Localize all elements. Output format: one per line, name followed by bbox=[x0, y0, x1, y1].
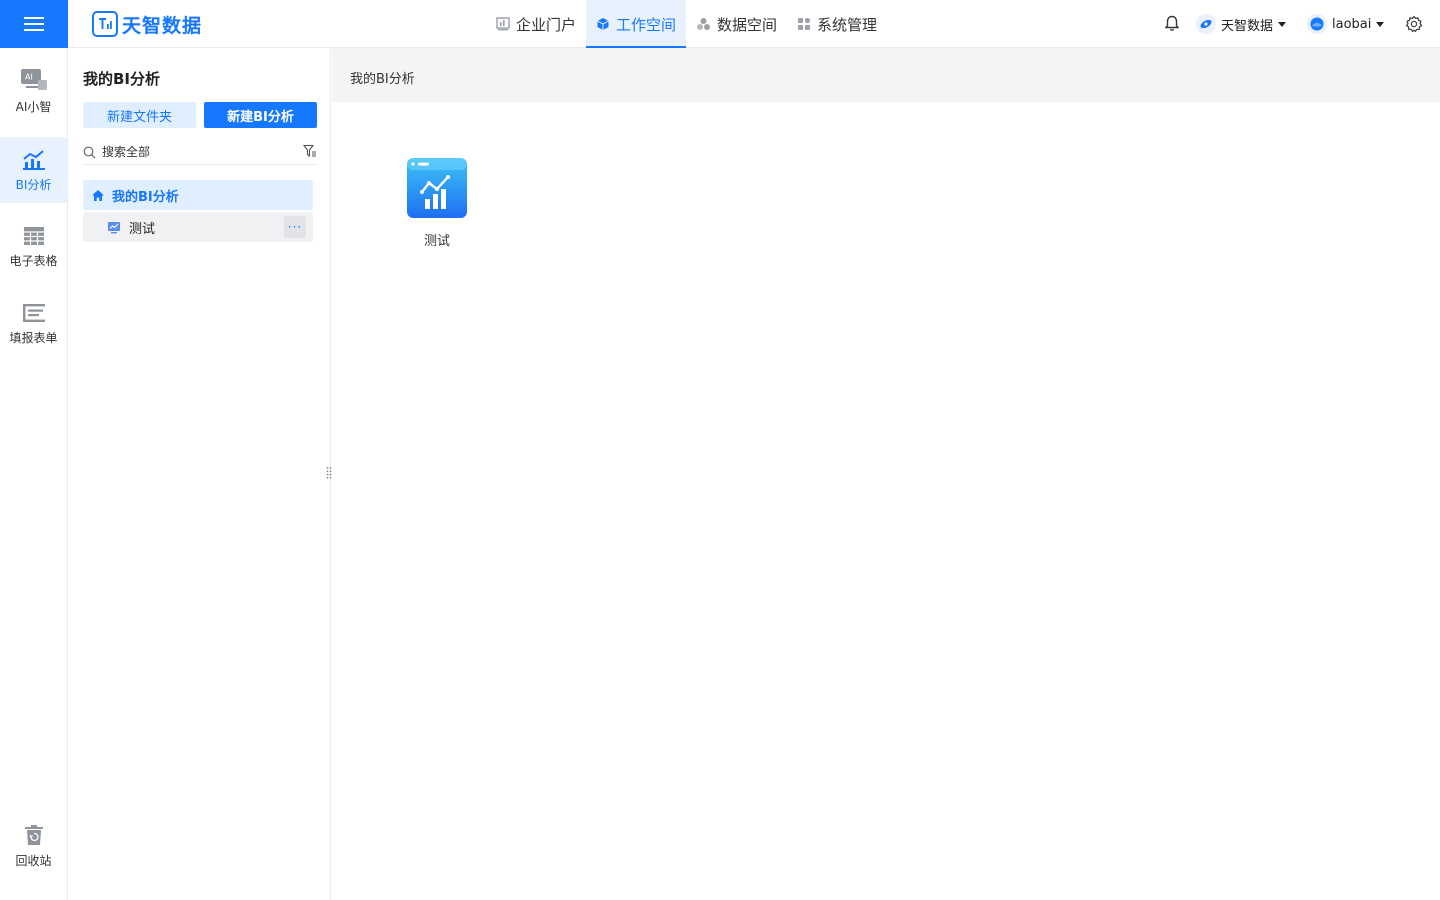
svg-text:AI: AI bbox=[25, 72, 33, 81]
logo-mark-icon bbox=[92, 11, 118, 37]
org-avatar-icon bbox=[1196, 14, 1216, 34]
rail-item-form[interactable]: 填报表单 bbox=[0, 291, 67, 357]
bi-report-icon bbox=[407, 158, 467, 218]
nav-label: 数据空间 bbox=[717, 15, 778, 34]
ai-monitor-icon: AI bbox=[20, 68, 47, 90]
more-actions-button[interactable]: ··· bbox=[284, 216, 306, 238]
bi-tree-panel: 我的BI分析 新建文件夹 新建BI分析 我的BI分析 测试 ··· bbox=[68, 48, 331, 900]
chevron-down-icon bbox=[1278, 21, 1287, 27]
tree-root-label: 我的BI分析 bbox=[112, 189, 179, 205]
rail-label: 电子表格 bbox=[9, 253, 58, 268]
tree-item-label: 测试 bbox=[129, 221, 156, 237]
new-bi-analysis-button[interactable]: 新建BI分析 bbox=[204, 102, 317, 128]
left-rail: AI AI小智 BI分析 电子表格 填报表单 回收站 bbox=[0, 48, 68, 900]
rail-item-sheet[interactable]: 电子表格 bbox=[0, 214, 67, 280]
rail-label: AI小智 bbox=[15, 99, 52, 114]
bell-icon[interactable] bbox=[1164, 15, 1180, 32]
nav-item-workspace[interactable]: 工作空间 bbox=[586, 0, 687, 48]
rail-item-ai[interactable]: AI AI小智 bbox=[0, 58, 67, 124]
nav-label: 工作空间 bbox=[616, 15, 677, 34]
nav-item-system[interactable]: 系统管理 bbox=[787, 0, 887, 48]
hamburger-icon bbox=[24, 17, 44, 31]
home-icon bbox=[92, 189, 104, 201]
main-content: 我的BI分析 测试 bbox=[332, 48, 1440, 900]
breadcrumb[interactable]: 我的BI分析 bbox=[350, 68, 415, 87]
chart-icon bbox=[496, 17, 510, 31]
rail-item-bi[interactable]: BI分析 bbox=[0, 137, 67, 203]
file-card-test[interactable]: 测试 bbox=[402, 158, 472, 258]
form-icon bbox=[22, 303, 45, 322]
top-nav: 企业门户 工作空间 数据空间 系统管理 bbox=[486, 0, 887, 48]
top-bar: 天智数据 企业门户 工作空间 数据空间 系统管理 天智数据 laobai bbox=[0, 0, 1440, 48]
user-menu[interactable]: laobai bbox=[1307, 14, 1385, 34]
chevron-down-icon bbox=[1376, 21, 1385, 27]
rail-item-recycle[interactable]: 回收站 bbox=[0, 813, 67, 879]
search-icon bbox=[83, 146, 96, 158]
file-name: 测试 bbox=[423, 234, 450, 249]
new-folder-button[interactable]: 新建文件夹 bbox=[83, 102, 196, 128]
brand-logo[interactable]: 天智数据 bbox=[92, 11, 202, 37]
tree-item-test[interactable]: 测试 ··· bbox=[83, 212, 313, 242]
user-name: laobai bbox=[1332, 16, 1372, 32]
filter-icon[interactable] bbox=[303, 144, 317, 158]
recycle-icon bbox=[24, 824, 43, 845]
settings-gear-icon[interactable] bbox=[1405, 15, 1423, 33]
cluster-icon bbox=[697, 18, 711, 30]
org-switcher[interactable]: 天智数据 bbox=[1196, 14, 1287, 34]
brand-name: 天智数据 bbox=[122, 14, 203, 37]
rail-label: BI分析 bbox=[15, 177, 52, 192]
breadcrumb-bar: 我的BI分析 bbox=[332, 48, 1440, 102]
org-name: 天智数据 bbox=[1221, 18, 1274, 34]
rail-label: 回收站 bbox=[15, 853, 52, 868]
nav-label: 系统管理 bbox=[817, 15, 878, 34]
nav-item-data-space[interactable]: 数据空间 bbox=[686, 0, 787, 48]
bar-chart-icon bbox=[22, 149, 45, 170]
tree-root-my-bi[interactable]: 我的BI分析 bbox=[83, 180, 313, 210]
panel-title: 我的BI分析 bbox=[83, 70, 161, 88]
search-input[interactable] bbox=[102, 145, 282, 159]
grid-icon bbox=[798, 17, 811, 30]
nav-item-portal[interactable]: 企业门户 bbox=[486, 0, 586, 48]
table-icon bbox=[23, 226, 44, 245]
bi-report-small-icon bbox=[108, 221, 120, 233]
nav-label: 企业门户 bbox=[516, 15, 577, 34]
menu-toggle-button[interactable] bbox=[0, 0, 68, 48]
rail-label: 填报表单 bbox=[9, 330, 58, 345]
search-bar bbox=[83, 140, 317, 165]
cube-icon bbox=[597, 18, 609, 30]
user-avatar-icon bbox=[1307, 14, 1327, 34]
